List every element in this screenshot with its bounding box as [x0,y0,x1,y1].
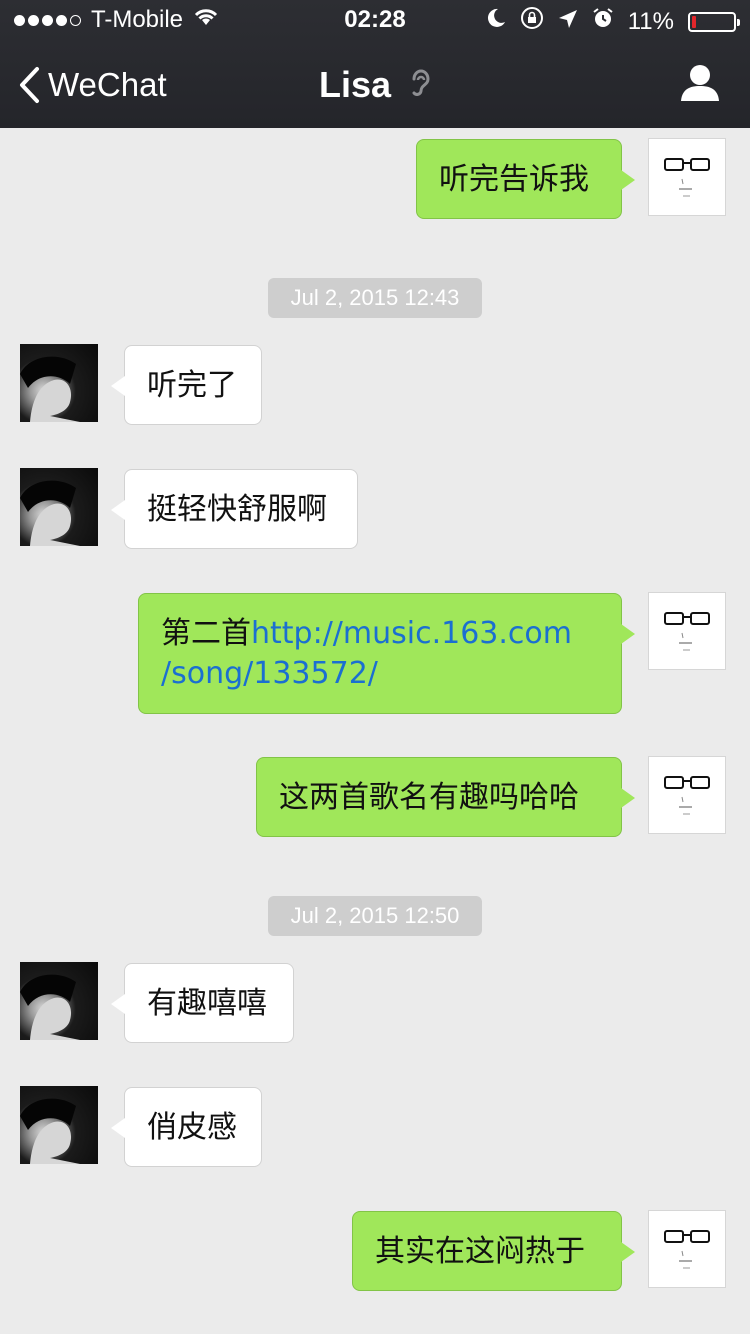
message-link-continued[interactable]: /song/133572/ [161,656,378,691]
message-text: 听完告诉我 [439,162,589,197]
alarm-icon [592,7,614,36]
profile-icon [681,65,719,101]
message-text: 这两首歌名有趣吗哈哈 [279,780,579,815]
message-bubble-outgoing[interactable]: 其实在这闷热于 [352,1211,635,1291]
message-text: 有趣嘻嘻 [147,986,267,1021]
message-text: 听完了 [147,368,237,403]
my-avatar[interactable] [648,1210,726,1288]
my-avatar[interactable] [648,592,726,670]
message-bubble-outgoing[interactable]: 第二首http://music.163.com/song/133572/ [138,593,635,714]
message-bubble-incoming[interactable]: 俏皮感 [111,1087,262,1167]
lisa-avatar[interactable] [20,468,98,546]
message-bubble-incoming[interactable]: 听完了 [111,345,262,425]
lisa-avatar[interactable] [20,344,98,422]
ear-icon [409,66,431,108]
battery-percent: 11% [627,7,674,35]
timestamp: Jul 2, 2015 12:50 [268,896,482,936]
message-link[interactable]: http://music.163.com [251,616,572,651]
rotation-lock-icon [520,6,544,37]
my-avatar[interactable] [648,138,726,216]
chat-title: Lisa [0,64,750,108]
moon-icon [486,7,506,36]
profile-button[interactable] [680,64,720,106]
message-bubble-incoming[interactable]: 挺轻快舒服啊 [111,469,358,549]
lisa-avatar[interactable] [20,1086,98,1164]
navigation-bar: WeChat Lisa [0,40,750,128]
battery-icon [688,11,740,32]
my-avatar[interactable] [648,756,726,834]
message-text: 其实在这闷热于 [375,1234,585,1269]
top-bar: T-Mobile 02:28 11% WeChat Lisa [0,0,750,128]
message-bubble-incoming[interactable]: 有趣嘻嘻 [111,963,294,1043]
message-bubble-outgoing[interactable]: 这两首歌名有趣吗哈哈 [256,757,635,837]
message-bubble-outgoing[interactable]: 听完告诉我 [416,139,635,219]
message-text-prefix: 第二首 [161,616,251,651]
status-bar: T-Mobile 02:28 11% [0,0,750,40]
timestamp: Jul 2, 2015 12:43 [268,278,482,318]
chat-title-text: Lisa [318,64,392,105]
location-arrow-icon [558,8,578,36]
message-text: 俏皮感 [147,1110,237,1145]
message-text: 挺轻快舒服啊 [147,492,327,527]
lisa-avatar[interactable] [20,962,98,1040]
